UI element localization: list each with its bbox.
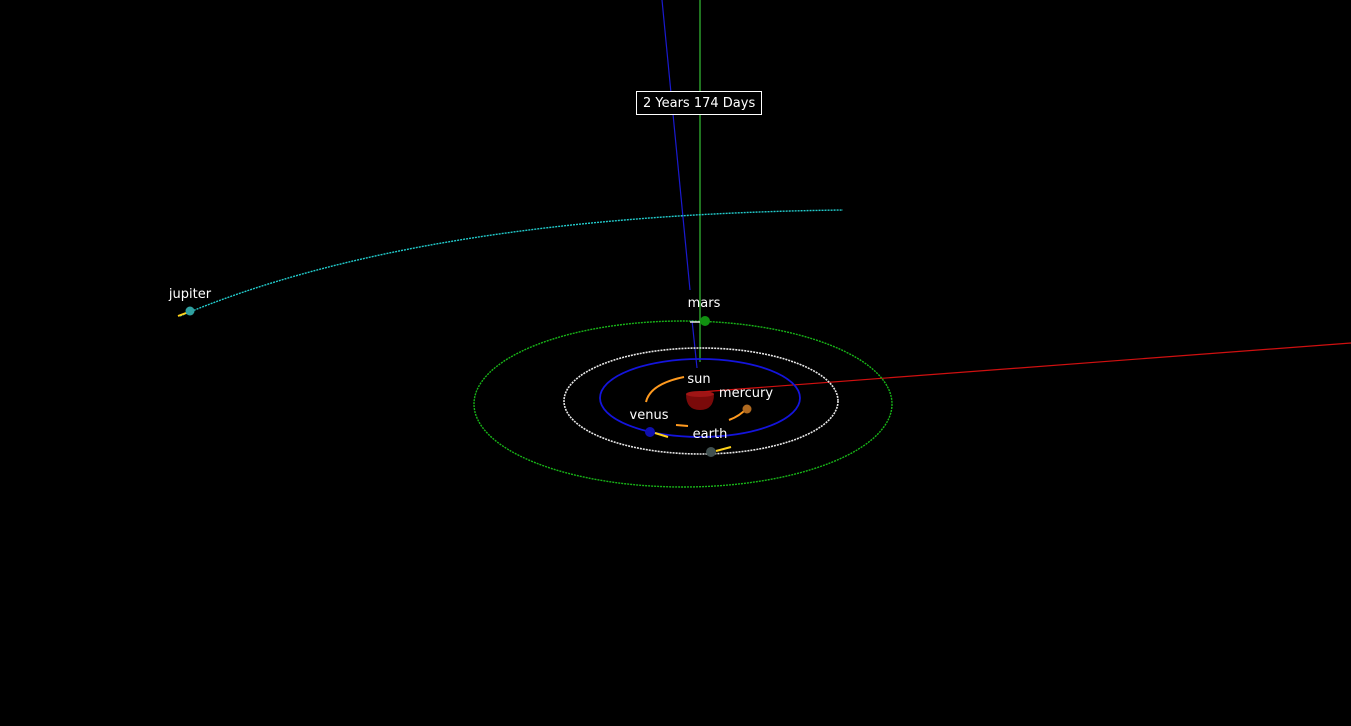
mars-orbit (473, 320, 893, 488)
mercury-label: mercury (718, 386, 774, 401)
elapsed-time-display: 2 Years 174 Days (636, 91, 763, 115)
earth-trail (715, 446, 732, 452)
mercury-orbit-arc (645, 376, 685, 403)
venus-body[interactable] (645, 427, 655, 437)
jupiter-orbit (179, 209, 844, 317)
z-axis-line-lower (691, 319, 698, 369)
jupiter-label: jupiter (168, 287, 212, 302)
jupiter-body[interactable] (185, 306, 195, 316)
sun-glow (686, 391, 714, 397)
earth-label: earth (692, 427, 728, 442)
z-axis-line (661, 0, 691, 291)
mars-label: mars (687, 296, 721, 311)
mercury-body[interactable] (742, 404, 752, 414)
x-axis-line (699, 342, 1351, 393)
sun-label: sun (687, 372, 711, 387)
mercury-orbit-dash (675, 424, 689, 427)
venus-label: venus (629, 408, 669, 423)
jupiter-trail (177, 312, 187, 317)
mars-body[interactable] (700, 316, 710, 326)
solar-system-viewport[interactable]: sun mercury venus earth mars jupiter 2 Y… (0, 0, 1351, 726)
earth-body[interactable] (706, 447, 716, 457)
